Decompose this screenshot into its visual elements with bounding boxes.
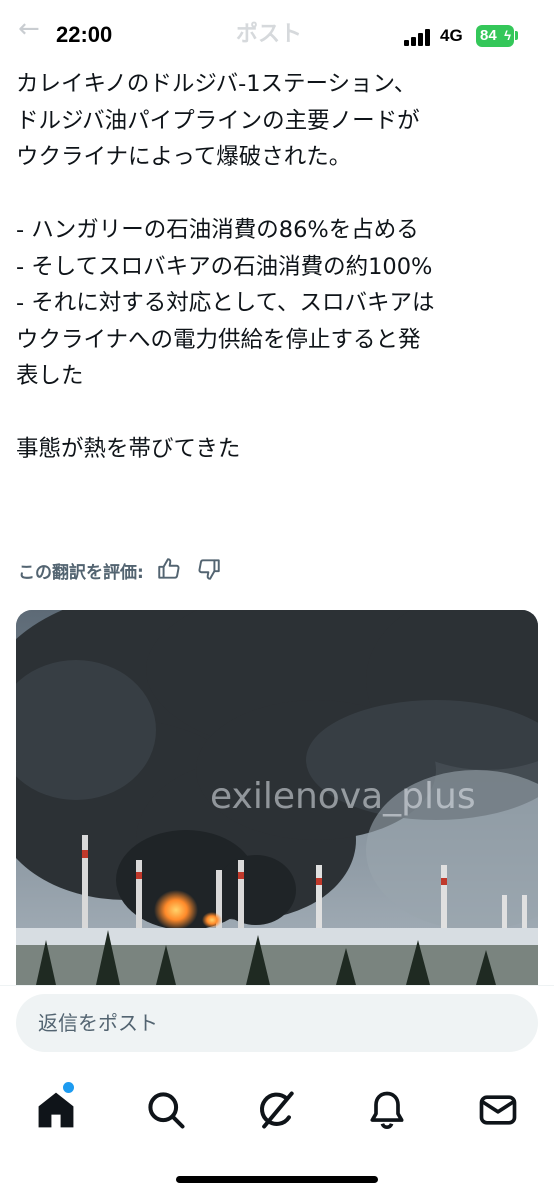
home-icon [38, 1092, 74, 1128]
battery-tip [515, 31, 518, 40]
post-line: - それに対する対応として、スロバキアは [16, 290, 435, 316]
media-watermark: exilenova_plus [210, 776, 476, 817]
translation-rating: この翻訳を評価: [18, 557, 224, 583]
post-line: 事態が熱を帯びてきた [16, 436, 241, 462]
signal-icon [404, 28, 434, 46]
tab-notifications[interactable] [365, 1088, 409, 1132]
charging-bolt-icon: ϟ [504, 28, 511, 43]
post-line: - ハンガリーの石油消費の86%を占める [16, 217, 419, 243]
network-type: 4G [440, 26, 463, 45]
thumbs-up-icon[interactable] [156, 556, 184, 584]
thumbs-down-icon[interactable] [196, 556, 224, 584]
status-time: 22:00 [56, 22, 113, 47]
home-notification-dot [63, 1082, 74, 1093]
post-line: カレイキノのドルジバ-1ステーション、 [16, 71, 417, 97]
search-icon [148, 1092, 185, 1129]
post-line: ウクライナへの電力供給を停止すると発 [16, 326, 421, 353]
battery-level: 84 [480, 27, 497, 44]
reply-input[interactable]: 返信をポスト [16, 994, 538, 1052]
post-media-image[interactable]: exilenova_plus [16, 610, 538, 985]
post-line: ドルジバ油パイプラインの主要ノードが [16, 107, 420, 134]
grok-icon [260, 1091, 294, 1129]
rate-translation-label: この翻訳を評価: [18, 562, 144, 583]
post-line: - そしてスロバキアの石油消費の約100% [16, 253, 433, 280]
post-line: ウクライナによって爆破された。 [16, 144, 352, 170]
header-title: ポスト [236, 22, 303, 47]
mail-icon [479, 1095, 517, 1125]
back-arrow-icon[interactable]: ← [18, 14, 40, 44]
home-indicator[interactable] [176, 1176, 378, 1183]
post-line: 表した [16, 363, 84, 389]
battery-indicator: 84 ϟ [476, 25, 514, 47]
post-body: カレイキノのドルジバ-1ステーション、 ドルジバ油パイプラインの主要ノードが ウ… [16, 66, 542, 468]
tab-home[interactable] [34, 1088, 78, 1132]
tab-grok[interactable] [255, 1088, 299, 1132]
tab-search[interactable] [144, 1088, 188, 1132]
status-bar: ← ポスト 22:00 4G 84 ϟ [0, 0, 554, 60]
bell-icon [370, 1091, 404, 1129]
tab-messages[interactable] [476, 1088, 520, 1132]
